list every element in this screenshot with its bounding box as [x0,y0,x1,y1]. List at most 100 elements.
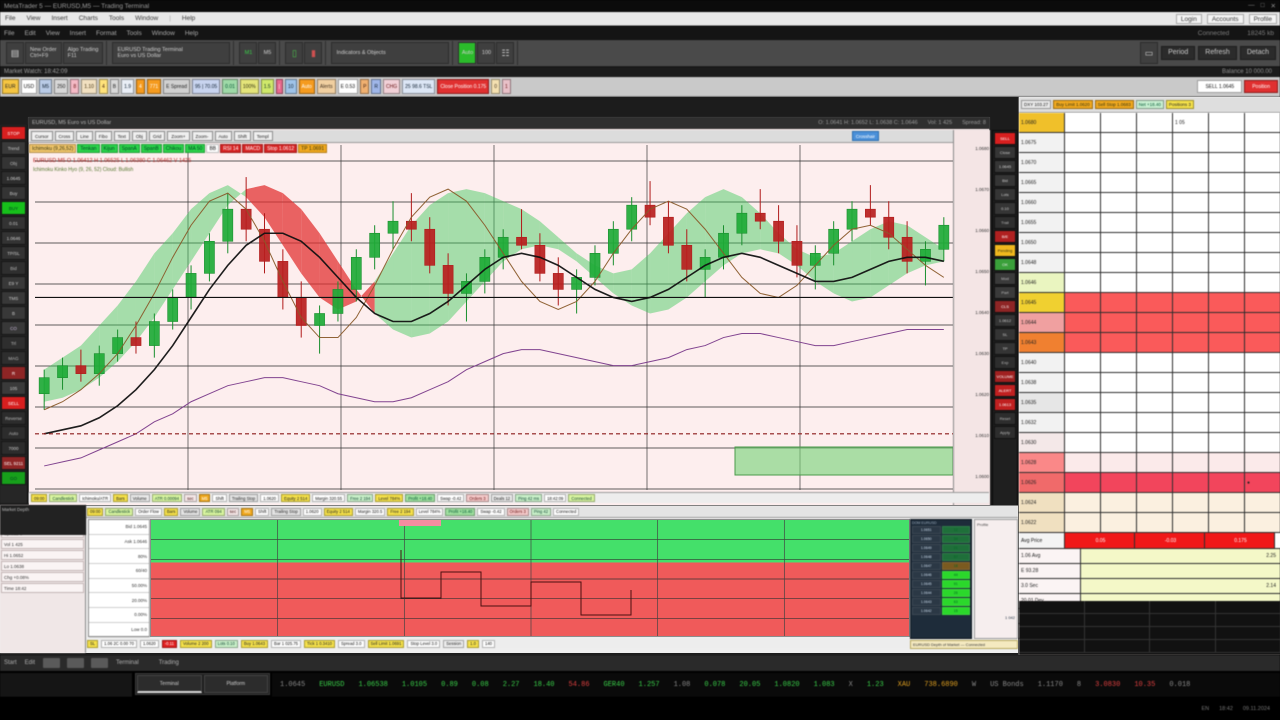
chart-side-button-13[interactable]: 1.0612 [994,314,1016,327]
taskbar-window-terminal[interactable]: Terminal [137,675,202,693]
ladder-cell-1-2[interactable] [1137,133,1173,152]
ladder-row[interactable]: 1.0680 1 05 [1019,113,1280,133]
submenu-window[interactable]: Window [152,30,175,37]
ladder-cell-0-4[interactable] [1209,113,1245,132]
ladder-cell-8-5[interactable] [1245,273,1280,292]
taskbar-start-area[interactable] [0,673,132,697]
chip-1[interactable]: USD [20,79,38,94]
chip-22[interactable]: R [371,79,382,94]
left-tool-9[interactable]: Bid [1,261,26,275]
ladder-cell-10-2[interactable] [1137,313,1173,332]
ladder-row[interactable]: 1.0650 [1019,233,1280,253]
chart-side-button-6[interactable]: Trail [994,216,1016,229]
left-tool-19[interactable]: Reverse [1,411,26,425]
ladder-cell-15-3[interactable] [1173,413,1209,432]
chart-tool-fibo[interactable]: Fibo [94,131,112,141]
chart-side-button-5[interactable]: 0.10 [994,202,1016,215]
chip-6[interactable]: 4 [98,79,108,94]
ladder-cell-2-3[interactable] [1173,153,1209,172]
ladder-cell-5-3[interactable] [1173,213,1209,232]
ladder-cell-6-2[interactable] [1137,233,1173,252]
bar-chart-icon[interactable]: ▯ [285,42,304,64]
ladder-cell-0-0[interactable] [1065,113,1101,132]
ladder-cell-6-4[interactable] [1209,233,1245,252]
ladder-cell-9-4[interactable] [1209,293,1245,312]
left-tool-17[interactable]: 105 [1,381,26,395]
ladder-cell-12-4[interactable] [1209,353,1245,372]
left-tool-14[interactable]: Trl [1,336,26,350]
ladder-cell-20-5[interactable] [1245,513,1280,532]
chart-side-button-7[interactable]: B/E [994,230,1016,243]
chip-11[interactable]: E Spread [163,79,190,94]
chip-14[interactable]: 100% [239,79,259,94]
chip-13[interactable]: 0.01 [222,79,238,94]
ladder-cell-16-0[interactable] [1065,433,1101,452]
ladder-cell-17-2[interactable] [1137,453,1173,472]
timeframe-m1-button[interactable]: M1 [239,42,258,64]
ladder-cell-19-5[interactable] [1245,493,1280,512]
ladder-cell-11-2[interactable] [1137,333,1173,352]
menubar-profile[interactable]: Profile [1248,13,1277,24]
chart-side-button-19[interactable]: 1.0613 [994,398,1016,411]
ladder-cell-20-4[interactable] [1209,513,1245,532]
chart-side-button-3[interactable]: Bid [994,174,1016,187]
chip-2[interactable]: M5 [39,79,53,94]
chip-0[interactable]: EUR [2,79,19,94]
left-tool-8[interactable]: TP/SL [1,246,26,260]
chart-tool-text[interactable]: Text [113,131,130,141]
ladder-cell-12-5[interactable] [1245,353,1280,372]
ladder-cell-0-2[interactable] [1137,113,1173,132]
ladder-row[interactable]: 1.0628 [1019,453,1280,473]
ladder-cell-13-5[interactable] [1245,373,1280,392]
chart-side-button-20[interactable]: Reset [994,412,1016,425]
ladder-grid[interactable]: 1.0680 1 05 1.0675 1.0670 1.0665 1.0660 1.0655… [1019,113,1280,666]
menu-item-tools[interactable]: Tools [109,15,124,22]
ladder-cell-3-0[interactable] [1065,173,1101,192]
chart-plot-area[interactable] [35,145,953,490]
algo-trading-button[interactable]: Algo Trading F11 [62,42,104,64]
timeframe-m5-button[interactable]: M5 [258,42,277,64]
ladder-cell-11-4[interactable] [1209,333,1245,352]
ladder-cell-10-5[interactable] [1245,313,1280,332]
ladder-cell-8-2[interactable] [1137,273,1173,292]
ladder-cell-3-3[interactable] [1173,173,1209,192]
dom-row-4[interactable]: 1.0647 18 [912,562,970,570]
ladder-cell-3-2[interactable] [1137,173,1173,192]
ladder-row[interactable]: 1.0645 [1019,293,1280,313]
ladder-cell-10-1[interactable] [1101,313,1137,332]
ladder-cell-19-1[interactable] [1101,493,1137,512]
ladder-row[interactable]: 1.0660 [1019,193,1280,213]
chip-7[interactable]: B [109,79,120,94]
chart-tool-grid[interactable]: Grid [148,131,166,141]
ladder-row[interactable]: 1.0644 [1019,313,1280,333]
templates-icon[interactable]: ☷ [496,42,515,64]
chip-20[interactable]: E 0.53 [337,79,359,94]
ladder-cell-10-4[interactable] [1209,313,1245,332]
left-tool-10[interactable]: E9 Y [1,276,26,290]
ladder-cell-18-0[interactable] [1065,473,1101,492]
ladder-cell-15-0[interactable] [1065,413,1101,432]
ladder-cell-1-3[interactable] [1173,133,1209,152]
left-tool-15[interactable]: MAG [1,351,26,365]
ladder-cell-13-1[interactable] [1101,373,1137,392]
chip-4[interactable]: 8 [70,79,80,94]
indicator-plot[interactable] [150,519,910,637]
ladder-cell-8-3[interactable] [1173,273,1209,292]
ladder-cell-6-0[interactable] [1065,233,1101,252]
ladder-row[interactable]: 1.0632 [1019,413,1280,433]
dom-row-5[interactable]: 1.0646 44 [912,571,970,579]
left-tool-20[interactable]: Auto [1,426,26,440]
chart-side-button-16[interactable]: Exp [994,356,1016,369]
chart-side-button-10[interactable]: Mod [994,272,1016,285]
depth-of-market-panel[interactable]: DOM EURUSD 1.0651 12 1.0650 34 1.0649 21 1.064… [910,519,972,639]
chip-27[interactable]: 1 [501,79,511,94]
chart-side-button-9[interactable]: OK [994,258,1016,271]
ladder-cell-19-0[interactable] [1065,493,1101,512]
ladder-cell-16-3[interactable] [1173,433,1209,452]
ladder-cell-8-0[interactable] [1065,273,1101,292]
ladder-cell-14-0[interactable] [1065,393,1101,412]
ladder-cell-2-4[interactable] [1209,153,1245,172]
tray-language[interactable]: EN [1201,706,1209,712]
chart-side-button-14[interactable]: SL [994,328,1016,341]
left-tool-23[interactable]: GO [1,471,26,485]
